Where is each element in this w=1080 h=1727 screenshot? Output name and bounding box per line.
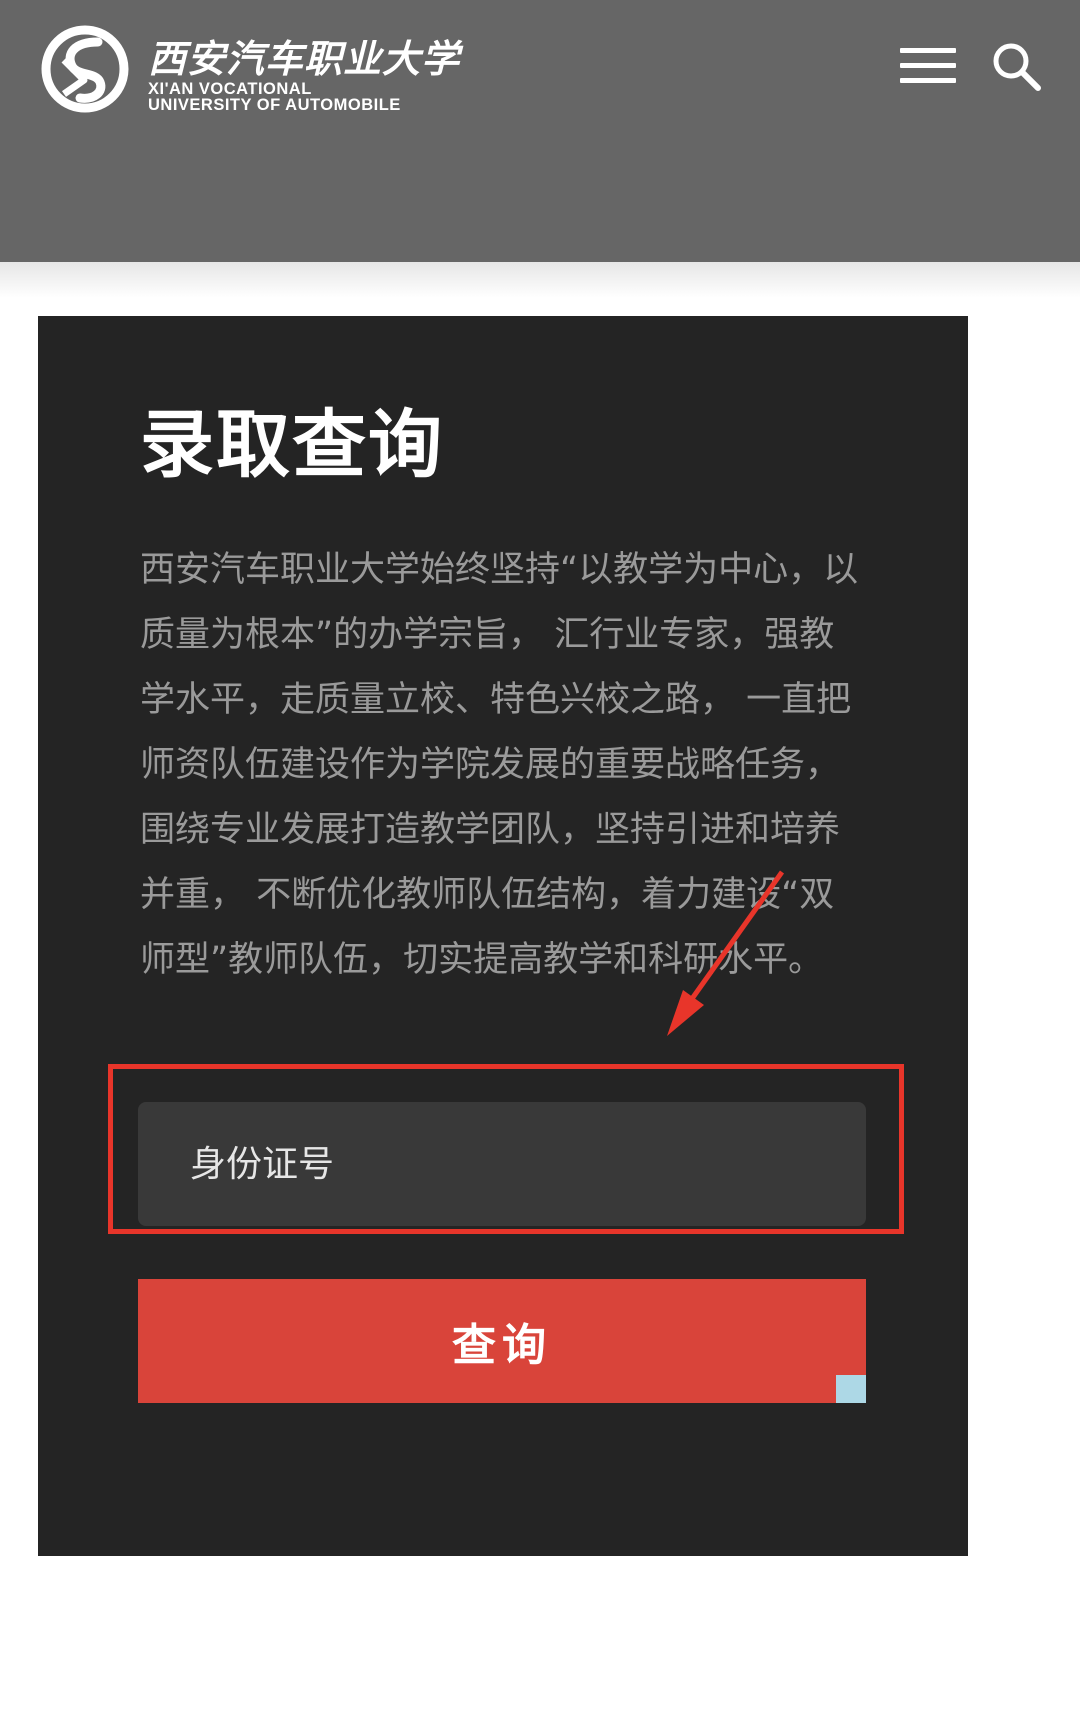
logo-chinese-name: 西安汽车职业大学 [148,36,461,81]
query-button[interactable]: 查询 [138,1279,866,1403]
search-icon[interactable] [990,40,1042,92]
button-corner-marker [836,1375,866,1403]
id-number-input[interactable] [138,1102,866,1226]
logo-english-name-line2: UNIVERSITY OF AUTOMOBILE [148,96,401,114]
page-title: 录取查询 [140,402,444,488]
admission-query-card: 录取查询 西安汽车职业大学始终坚持“以教学为中心，以质量为根本”的办学宗旨， 汇… [38,316,968,1556]
site-header: 西安汽车职业大学 XI'AN VOCATIONAL UNIVERSITY OF … [0,0,1080,262]
header-shadow [0,262,1080,298]
school-description: 西安汽车职业大学始终坚持“以教学为中心，以质量为根本”的办学宗旨， 汇行业专家，… [140,550,859,980]
university-logo-icon[interactable] [40,24,130,114]
hamburger-menu-icon[interactable] [898,44,958,88]
